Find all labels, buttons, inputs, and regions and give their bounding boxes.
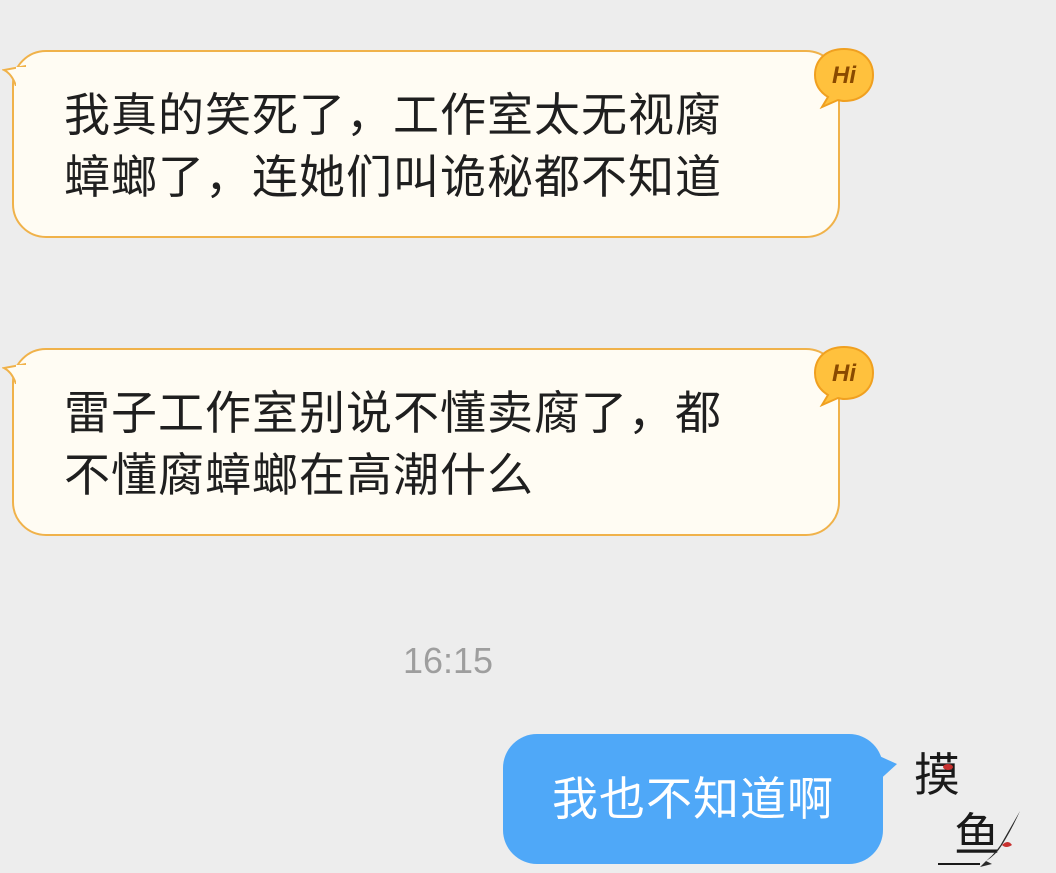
badge-label: Hi: [832, 62, 857, 89]
message-line: 我真的笑死了，工作室太无视腐: [64, 88, 722, 142]
bubble-tail-icon: [875, 754, 897, 784]
message-line: 雷子工作室别说不懂卖腐了，都: [64, 386, 722, 440]
calligraphy-fish-avatar-icon: 摸 鱼: [908, 733, 1028, 868]
hi-badge-icon: Hi: [813, 47, 875, 109]
bubble-tail-icon: [2, 362, 26, 384]
outgoing-message-bubble[interactable]: 我也不知道啊: [503, 734, 897, 864]
hi-badge-icon: Hi: [813, 345, 875, 407]
message-text: 我也不知道啊: [552, 772, 834, 826]
incoming-message-bubble[interactable]: 我真的笑死了，工作室太无视腐 蟑螂了，连她们叫诡秘都不知道: [2, 50, 840, 238]
bubble-tail-icon: [2, 64, 26, 86]
avatar-glyph: 鱼: [954, 808, 1000, 862]
avatar-glyph: 摸: [914, 748, 960, 802]
incoming-message-bubble[interactable]: 雷子工作室别说不懂卖腐了，都 不懂腐蟑螂在高潮什么: [2, 348, 840, 536]
user-avatar[interactable]: 摸 鱼: [908, 733, 1028, 868]
message-timestamp: 16:15: [402, 640, 494, 681]
message-line: 蟑螂了，连她们叫诡秘都不知道: [64, 150, 722, 204]
chat-screen: { "messages_in": [ { "lines": ["我真的笑死了，工…: [0, 0, 1056, 873]
message-line: 不懂腐蟑螂在高潮什么: [64, 448, 534, 502]
badge-label: Hi: [832, 360, 857, 387]
